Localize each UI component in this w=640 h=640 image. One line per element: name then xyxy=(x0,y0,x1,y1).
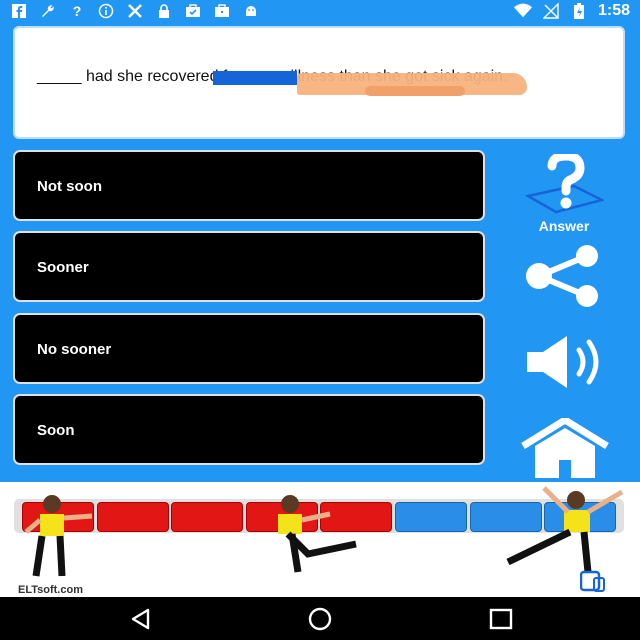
facebook-icon xyxy=(10,2,28,20)
android-icon xyxy=(242,2,260,20)
home-icon xyxy=(521,418,609,478)
home-button[interactable] xyxy=(518,418,612,480)
share-icon xyxy=(526,245,598,307)
pointer-strip xyxy=(213,71,297,85)
girl-figure-3 xyxy=(506,486,624,573)
signal-off-icon xyxy=(542,2,560,20)
pointing-hand-finger xyxy=(365,86,465,96)
progress-segment-pending xyxy=(395,502,467,532)
lock-icon xyxy=(155,2,173,20)
option-label: Soon xyxy=(37,422,75,439)
eltsoft-logo xyxy=(580,568,624,592)
question-card: _____ had she recovered from one illness… xyxy=(13,26,625,139)
wrench-icon xyxy=(39,2,57,20)
briefcase-check-icon xyxy=(184,2,202,20)
tools-icon xyxy=(126,2,144,20)
recents-icon[interactable] xyxy=(488,607,514,631)
sound-button[interactable] xyxy=(522,334,608,390)
battery-charging-icon xyxy=(570,2,588,20)
home-nav-icon[interactable] xyxy=(306,607,334,631)
status-bar: ? 1:58 xyxy=(0,0,640,22)
girl-figure-1 xyxy=(24,495,93,577)
option-label: Sooner xyxy=(37,259,89,276)
progress-banner: ELTsoft.com xyxy=(0,482,640,597)
navigation-bar xyxy=(0,597,640,640)
option-button-2[interactable]: Sooner xyxy=(13,231,485,302)
wifi-icon xyxy=(513,2,532,20)
option-button-1[interactable]: Not soon xyxy=(13,150,485,221)
brand-link[interactable]: ELTsoft.com xyxy=(18,584,83,596)
help-icon: ? xyxy=(72,3,82,19)
speaker-icon xyxy=(527,336,599,388)
option-label: Not soon xyxy=(37,178,102,195)
progress-segment-wrong xyxy=(171,502,243,532)
option-button-3[interactable]: No sooner xyxy=(13,313,485,384)
progress-segment-wrong xyxy=(97,502,169,532)
option-button-4[interactable]: Soon xyxy=(13,394,485,465)
option-label: No sooner xyxy=(37,341,112,358)
girl-figure-2 xyxy=(278,495,357,573)
clock: 1:58 xyxy=(597,2,630,19)
quiz-area: _____ had she recovered from one illness… xyxy=(0,22,640,482)
briefcase-icon xyxy=(213,2,231,20)
question-mark-icon xyxy=(524,154,604,214)
back-icon[interactable] xyxy=(128,607,154,631)
share-button[interactable] xyxy=(520,244,608,308)
answer-button[interactable]: Answer xyxy=(522,154,606,234)
info-icon xyxy=(97,2,115,20)
answer-label: Answer xyxy=(538,218,590,234)
